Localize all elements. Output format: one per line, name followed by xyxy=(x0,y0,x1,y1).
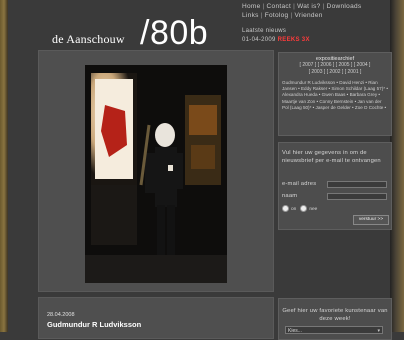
archive-years-row-2[interactable]: [ 2003 ] [ 2002 ] [ 2001 ] xyxy=(279,69,391,76)
nav-link-wat-is[interactable]: Wat is? xyxy=(297,3,321,10)
post-date: 28.04.2008 xyxy=(47,312,75,318)
nav-row-2: Links | Fotolog | Vrienden xyxy=(242,11,361,20)
nav-row-1: Home | Contact | Wat is? | Downloads xyxy=(242,2,361,11)
vote-box: Geef hier uw favoriete kunstenaar van de… xyxy=(278,298,392,340)
newsletter-intro: Vul hier uw gegevens in om de nieuwsbrie… xyxy=(282,150,381,164)
nav-link-vrienden[interactable]: Vrienden xyxy=(294,12,322,19)
latest-news-label: Laatste nieuws xyxy=(242,28,287,34)
radio-on-label: on xyxy=(291,206,297,212)
featured-photo-panel xyxy=(38,50,274,292)
right-frame-decoration xyxy=(390,0,404,332)
nav-separator: | xyxy=(293,3,296,10)
nav-link-contact[interactable]: Contact xyxy=(267,3,292,10)
nav-link-fotolog[interactable]: Fotolog xyxy=(265,12,289,19)
name-input[interactable] xyxy=(327,193,387,200)
exhibition-archive-box: expositiearchief [ 2007 ] [ 2006 ] [ 200… xyxy=(278,52,392,136)
left-frame-decoration xyxy=(0,0,8,332)
nav-separator: | xyxy=(322,3,325,10)
artist-select[interactable]: Kies... ▾ xyxy=(285,326,383,334)
logo-small-text[interactable]: de Aanschouw xyxy=(52,32,125,47)
radio-off-label: nee xyxy=(309,206,318,212)
vote-prompt: Geef hier uw favoriete kunstenaar van de… xyxy=(282,308,388,322)
archive-years-row-1[interactable]: [ 2007 ] [ 2006 ] [ 2005 ] [ 2004 ] xyxy=(279,62,391,69)
radio-off[interactable] xyxy=(300,205,308,212)
nav-separator: | xyxy=(262,3,265,10)
subscribe-radio-group: on nee xyxy=(282,205,317,212)
artwork-photo-image xyxy=(85,65,227,283)
post-panel: 28.04.2008 Gudmundur R Ludviksson xyxy=(38,297,274,339)
submit-button[interactable]: verstuur >> xyxy=(353,215,389,225)
name-label: naam xyxy=(282,193,298,199)
email-input[interactable] xyxy=(327,181,387,188)
newsletter-signup-box: Vul hier uw gegevens in om de nieuwsbrie… xyxy=(278,142,392,230)
nav-link-home[interactable]: Home xyxy=(242,3,261,10)
nav-link-downloads[interactable]: Downloads xyxy=(327,3,362,10)
chevron-down-icon: ▾ xyxy=(377,328,380,334)
radio-on[interactable] xyxy=(282,205,289,212)
email-label: e-mail adres xyxy=(282,181,317,187)
nav-link-links[interactable]: Links xyxy=(242,12,259,19)
latest-news-line[interactable]: 01-04-2009 REEKS 3X xyxy=(242,36,310,45)
nav-separator: | xyxy=(260,12,263,19)
latest-news-date: 01-04-2009 xyxy=(242,37,276,43)
latest-news: Laatste nieuws 01-04-2009 REEKS 3X xyxy=(242,27,310,45)
nav-separator: | xyxy=(290,12,293,19)
latest-news-highlight[interactable]: REEKS 3X xyxy=(278,37,310,43)
post-title[interactable]: Gudmundur R Ludviksson xyxy=(47,320,141,329)
main-nav: Home | Contact | Wat is? | Downloads Links | Fot… xyxy=(242,2,361,20)
logo-big-text[interactable]: /80b xyxy=(140,14,208,53)
artist-select-value: Kies... xyxy=(288,328,302,334)
archive-artist-list[interactable]: Gudmundur R Ludviksson • David Henzi • R… xyxy=(282,80,388,111)
featured-artwork-photo[interactable] xyxy=(85,65,227,283)
